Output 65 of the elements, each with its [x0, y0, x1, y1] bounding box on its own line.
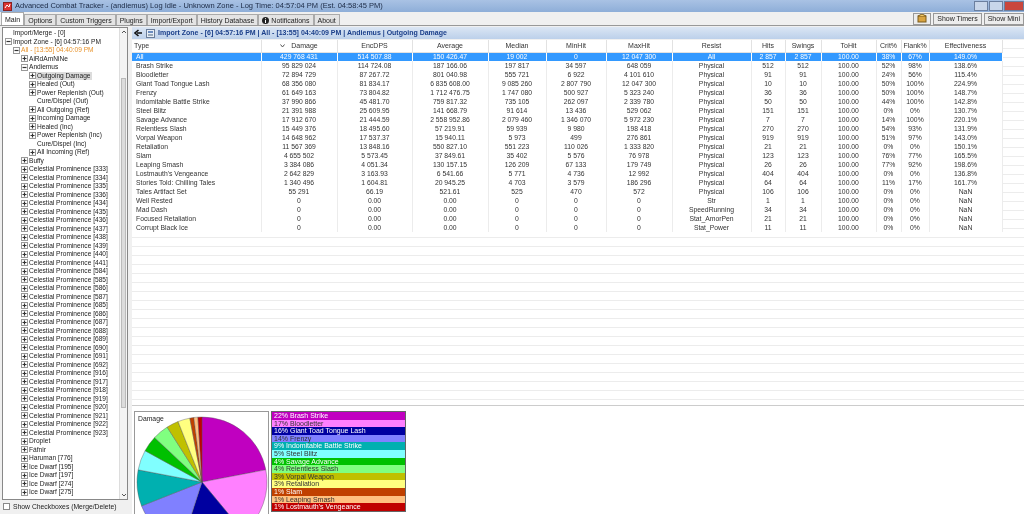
expand-icon[interactable] — [21, 267, 28, 275]
expand-icon[interactable] — [21, 378, 28, 386]
expand-icon[interactable] — [21, 437, 28, 445]
expand-icon[interactable] — [21, 420, 28, 428]
expand-icon[interactable] — [21, 250, 28, 258]
expand-icon[interactable] — [21, 386, 28, 394]
checkbox[interactable] — [3, 503, 10, 511]
table-icon — [146, 28, 155, 38]
expand-icon[interactable] — [21, 233, 28, 241]
expand-icon[interactable] — [29, 114, 36, 122]
expand-icon[interactable] — [21, 344, 28, 352]
scrollbar[interactable] — [119, 28, 127, 499]
expand-icon[interactable] — [21, 174, 28, 182]
expand-icon[interactable] — [21, 259, 28, 267]
expand-icon[interactable] — [21, 480, 28, 488]
expand-icon[interactable] — [21, 361, 28, 369]
expand-icon[interactable] — [21, 446, 28, 454]
expand-icon[interactable] — [29, 123, 36, 131]
expand-icon[interactable] — [21, 369, 28, 377]
expand-icon[interactable] — [29, 131, 36, 139]
expand-icon[interactable] — [21, 463, 28, 471]
collapse-icon[interactable] — [5, 38, 12, 46]
expand-icon[interactable] — [21, 293, 28, 301]
collapse-icon[interactable] — [13, 46, 20, 54]
package-icon — [917, 14, 928, 23]
expand-icon[interactable] — [21, 225, 28, 233]
expand-icon[interactable] — [21, 352, 28, 360]
expand-icon[interactable] — [21, 216, 28, 224]
expand-icon[interactable] — [29, 80, 36, 88]
app-icon — [3, 1, 12, 11]
expand-icon[interactable] — [21, 242, 28, 250]
sort-icon — [280, 43, 286, 48]
expand-icon[interactable] — [21, 165, 28, 173]
expand-icon[interactable] — [21, 395, 28, 403]
expand-icon[interactable] — [21, 276, 28, 284]
expand-icon[interactable] — [21, 208, 28, 216]
expand-icon[interactable] — [21, 327, 28, 335]
scroll-thumb[interactable] — [121, 77, 126, 408]
expand-icon[interactable] — [21, 310, 28, 318]
expand-icon[interactable] — [29, 89, 36, 97]
expand-icon[interactable] — [29, 148, 36, 156]
expand-icon[interactable] — [21, 182, 28, 190]
expand-icon[interactable] — [21, 301, 28, 309]
expand-icon[interactable] — [21, 429, 28, 437]
expand-icon[interactable] — [21, 454, 28, 462]
expand-icon[interactable] — [21, 403, 28, 411]
maximize-button[interactable] — [989, 1, 1003, 11]
expand-icon[interactable] — [21, 157, 28, 165]
expand-icon[interactable] — [29, 72, 36, 80]
info-icon — [262, 16, 270, 24]
expand-icon[interactable] — [21, 412, 28, 420]
expand-icon[interactable] — [21, 284, 28, 292]
expand-icon[interactable] — [21, 488, 28, 496]
expand-icon[interactable] — [21, 335, 28, 343]
expand-icon[interactable] — [21, 318, 28, 326]
minimize-button[interactable] — [974, 1, 988, 11]
expand-icon[interactable] — [21, 55, 28, 63]
expand-icon[interactable] — [21, 199, 28, 207]
expand-icon[interactable] — [29, 106, 36, 114]
collapse-icon[interactable] — [21, 63, 28, 71]
scroll-up-icon[interactable] — [120, 28, 127, 36]
back-arrow-icon[interactable] — [134, 29, 143, 37]
expand-icon[interactable] — [21, 191, 28, 199]
package-button[interactable] — [913, 12, 932, 25]
expand-icon[interactable] — [21, 471, 28, 479]
